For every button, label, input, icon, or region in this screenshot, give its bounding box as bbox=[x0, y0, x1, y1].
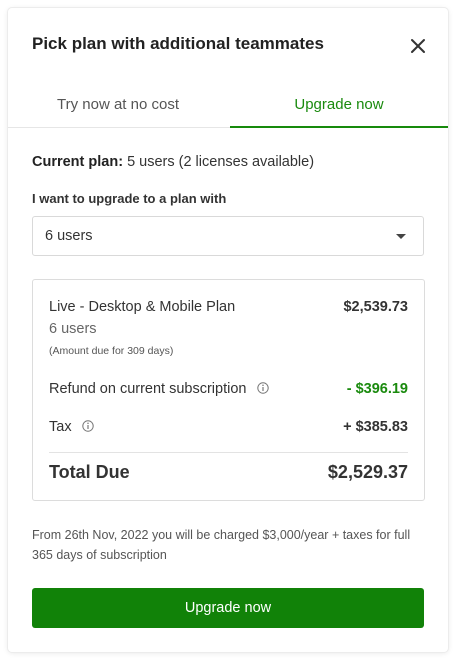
dialog-title: Pick plan with additional teammates bbox=[32, 34, 324, 53]
tax-label: Tax bbox=[49, 419, 72, 435]
upgrade-dialog: Pick plan with additional teammates Try … bbox=[8, 8, 448, 652]
billing-footnote: From 26th Nov, 2022 you will be charged … bbox=[32, 528, 411, 562]
upgrade-select-label: I want to upgrade to a plan with bbox=[32, 191, 227, 206]
users-select[interactable]: 6 users bbox=[32, 216, 424, 256]
dialog-header: Pick plan with additional teammates bbox=[8, 8, 448, 80]
total-value: $2,529.37 bbox=[327, 462, 408, 482]
upgrade-now-button[interactable]: Upgrade now bbox=[32, 588, 424, 628]
refund-label: Refund on current subscription bbox=[49, 381, 247, 397]
plan-tabs: Try now at no cost Upgrade now bbox=[8, 88, 448, 128]
plan-duration-note: (Amount due for 309 days) bbox=[49, 345, 174, 357]
active-tab-indicator bbox=[230, 126, 448, 128]
users-select-value: 6 users bbox=[45, 228, 93, 244]
close-icon bbox=[411, 39, 425, 53]
plan-name: Live - Desktop & Mobile Plan bbox=[49, 299, 236, 315]
info-icon[interactable] bbox=[256, 382, 269, 394]
tab-try-now[interactable]: Try now at no cost bbox=[8, 88, 228, 128]
plan-users: 6 users bbox=[49, 321, 97, 337]
refund-value: - $396.19 bbox=[346, 381, 408, 397]
current-plan-label: Current plan: bbox=[32, 154, 124, 170]
plan-price: $2,539.73 bbox=[343, 299, 408, 315]
current-plan-value: 5 users (2 licenses available) bbox=[127, 154, 315, 170]
total-label: Total Due bbox=[49, 462, 130, 482]
close-button[interactable] bbox=[408, 36, 428, 56]
chevron-down-icon bbox=[396, 234, 406, 239]
tab-upgrade-now[interactable]: Upgrade now bbox=[230, 88, 448, 128]
tax-row-label: Tax bbox=[49, 419, 94, 435]
tax-value: + $385.83 bbox=[343, 419, 408, 435]
summary-divider bbox=[49, 452, 408, 453]
current-plan: Current plan: 5 users (2 licenses availa… bbox=[32, 154, 314, 170]
info-icon[interactable] bbox=[81, 420, 94, 432]
order-summary: Live - Desktop & Mobile Plan $2,539.73 6… bbox=[32, 279, 425, 501]
refund-row-label: Refund on current subscription bbox=[49, 381, 269, 397]
